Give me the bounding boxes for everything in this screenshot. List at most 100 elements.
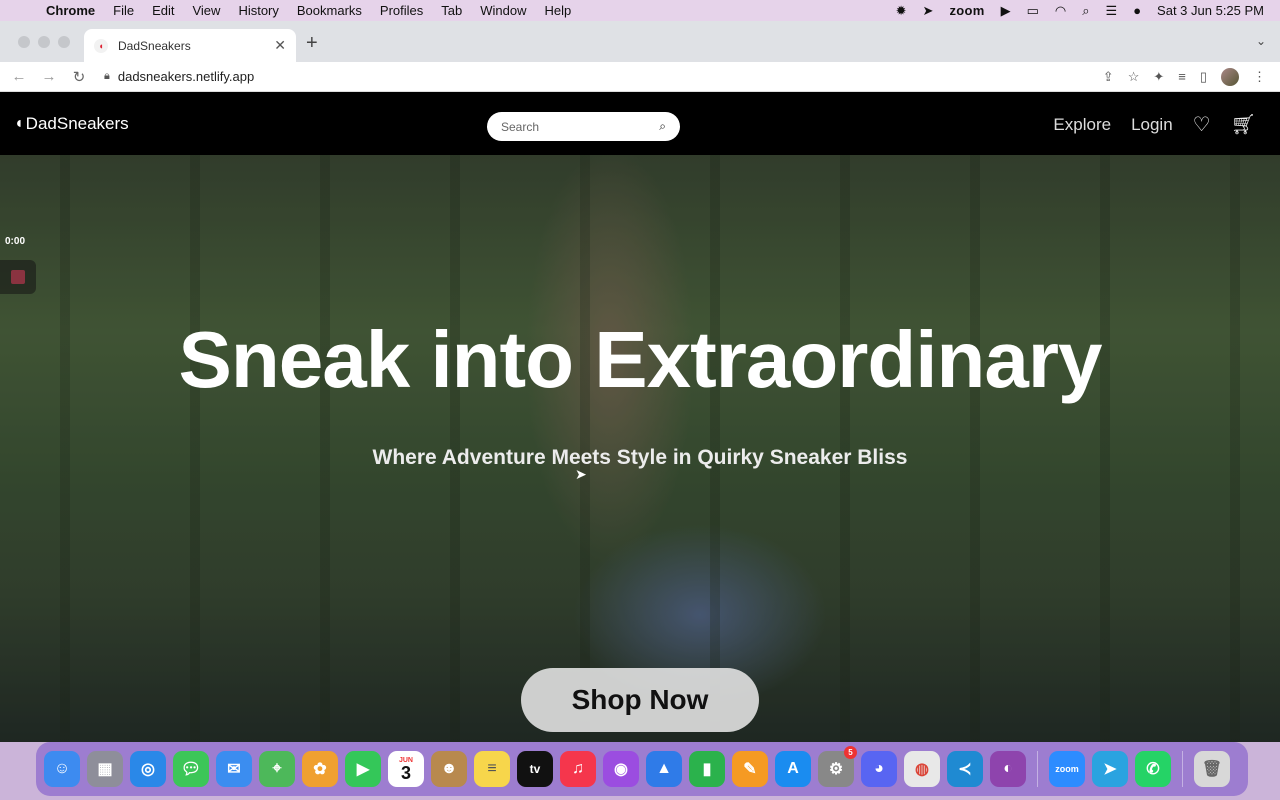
chrome-menu-icon[interactable]: ⋮ [1253,69,1266,85]
facetime-icon[interactable]: ▶ [345,751,381,787]
menu-file[interactable]: File [113,3,134,18]
app-store-icon[interactable]: A [775,751,811,787]
new-tab-icon[interactable]: + [306,32,318,55]
maps-icon[interactable]: ⌖ [259,751,295,787]
macos-dock: ☺ ▦ ◎ 💬︎ ✉ ⌖ ✿ ▶ JUN 3 ☻ ≡ tv ♫ ◉ ▲ ▮ ✎ … [36,742,1248,796]
menu-window[interactable]: Window [480,3,526,18]
cart-icon[interactable]: 🛒︎ [1231,112,1256,137]
podcasts-icon[interactable]: ◉ [603,751,639,787]
finder-icon[interactable]: ☺ [44,751,80,787]
discord-icon[interactable]: ◕ [861,751,897,787]
bookmark-star-icon[interactable]: ☆ [1128,69,1140,85]
logo-text: DadSneakers [25,114,129,133]
browser-tab-strip: ◖ DadSneakers ✕ + ⌄ [0,21,1280,62]
menu-profiles[interactable]: Profiles [380,3,423,18]
browser-tab-dadsneakers[interactable]: ◖ DadSneakers ✕ [84,29,296,62]
status-area: ✹ ➤ zoom ▶ ▭ ◠ ⌕ ☰ ● Sat 3 Jun 5:25 PM [896,3,1280,19]
brightness-icon[interactable]: ✹ [896,3,907,19]
spotlight-search-icon[interactable]: ⌕ [1082,3,1089,19]
github-desktop-icon[interactable]: ◐ [990,751,1026,787]
search-icon[interactable]: ⌕ [659,119,666,134]
address-bar[interactable]: 🔒︎ dadsneakers.netlify.app [104,69,1064,84]
zoom-dock-label: zoom [1055,764,1079,774]
zoom-icon[interactable]: zoom [1049,751,1085,787]
apple-tv-icon[interactable]: tv [517,751,553,787]
reload-icon[interactable]: ↻ [68,68,90,86]
menu-history[interactable]: History [238,3,278,18]
control-center-icon[interactable]: ☰ [1106,3,1118,19]
search-bar: ⌕ [487,112,680,141]
reading-list-icon[interactable]: ≡ [1178,69,1186,84]
browser-toolbar: ← → ↻ 🔒︎ dadsneakers.netlify.app ⇪ ☆ ✦ ≡… [0,62,1280,92]
music-icon[interactable]: ♫ [560,751,596,787]
menu-tab[interactable]: Tab [441,3,462,18]
menu-bookmarks[interactable]: Bookmarks [297,3,362,18]
recording-timer: 0:00 [5,236,26,247]
favicon-icon: ◖ [94,38,108,53]
apple-tv-label: tv [529,762,541,776]
play-icon[interactable]: ▶ [1001,3,1011,19]
numbers-icon[interactable]: ▮ [689,751,725,787]
siri-icon[interactable]: ● [1133,3,1141,18]
share-icon[interactable]: ⇪ [1103,69,1114,85]
hero-subtitle: Where Adventure Meets Style in Quirky Sn… [372,446,908,469]
forward-icon[interactable]: → [38,68,60,85]
dock-separator [1037,751,1038,787]
stop-recording-button[interactable] [0,260,36,294]
messages-icon[interactable]: 💬︎ [173,751,209,787]
menubar-clock[interactable]: Sat 3 Jun 5:25 PM [1157,3,1264,18]
mail-icon[interactable]: ✉ [216,751,252,787]
site-nav: Explore Login ♡ 🛒︎ [1053,112,1256,137]
chrome-icon[interactable]: ◍ [904,751,940,787]
system-settings-icon[interactable]: ⚙ 5 [818,746,857,787]
shop-now-button[interactable]: Shop Now [521,668,759,732]
window-controls [18,36,70,48]
macos-menubar: Chrome File Edit View History Bookmarks … [0,0,1280,21]
site-logo[interactable]: ◖ DadSneakers [14,114,129,134]
nav-explore-link[interactable]: Explore [1053,115,1111,135]
dock-separator [1182,751,1183,787]
notes-icon[interactable]: ≡ [474,751,510,787]
zoom-status-label[interactable]: zoom [949,3,984,18]
vscode-icon[interactable]: ≺ [947,751,983,787]
wifi-icon[interactable]: ◠ [1055,3,1066,19]
pages-icon[interactable]: ✎ [732,751,768,787]
minimize-window-button[interactable] [38,36,50,48]
stop-icon [11,270,25,284]
lock-icon[interactable]: 🔒︎ [104,70,110,83]
photos-icon[interactable]: ✿ [302,751,338,787]
tab-search-chevron-icon[interactable]: ⌄ [1256,34,1266,48]
menu-help[interactable]: Help [545,3,572,18]
close-tab-icon[interactable]: ✕ [274,37,286,54]
site-header: ◖ DadSneakers ⌕ Explore Login ♡ 🛒︎ [0,92,1280,155]
extensions-icon[interactable]: ✦ [1153,69,1164,85]
profile-avatar[interactable] [1221,67,1239,86]
menu-app-name[interactable]: Chrome [46,3,95,18]
trash-icon[interactable]: 🗑︎ [1194,751,1230,787]
battery-icon[interactable]: ▭ [1027,3,1039,19]
keynote-icon[interactable]: ▲ [646,751,682,787]
mouse-cursor-icon: ➤ [575,466,587,482]
url-text[interactable]: dadsneakers.netlify.app [118,69,254,84]
side-panel-icon[interactable]: ▯ [1200,69,1207,85]
menu-edit[interactable]: Edit [152,3,174,18]
calendar-day: 3 [400,762,411,783]
contacts-icon[interactable]: ☻ [431,751,467,787]
safari-icon[interactable]: ◎ [130,751,166,787]
nav-login-link[interactable]: Login [1131,115,1173,135]
close-window-button[interactable] [18,36,30,48]
back-icon[interactable]: ← [8,68,30,85]
launchpad-icon[interactable]: ▦ [87,751,123,787]
whatsapp-icon[interactable]: ✆ [1135,751,1171,787]
telegram-status-icon[interactable]: ➤ [923,3,934,19]
menu-view[interactable]: View [192,3,220,18]
telegram-icon[interactable]: ➤ [1092,751,1128,787]
hero-title: Sneak into Extraordinary [178,315,1103,404]
wishlist-heart-icon[interactable]: ♡ [1193,112,1211,137]
zoom-window-button[interactable] [58,36,70,48]
calendar-icon[interactable]: JUN 3 [388,751,424,787]
settings-badge: 5 [844,746,857,759]
search-input[interactable] [501,119,641,134]
toolbar-actions: ⇪ ☆ ✦ ≡ ▯ ⋮ [1103,67,1280,86]
tab-title: DadSneakers [118,38,191,53]
